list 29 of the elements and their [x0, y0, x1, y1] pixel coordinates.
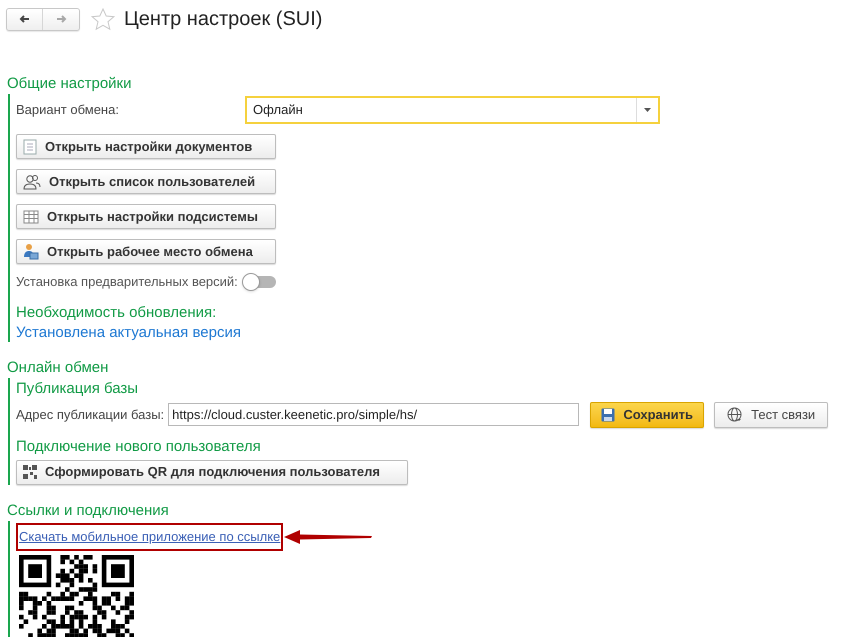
- save-button[interactable]: Сохранить: [590, 402, 704, 428]
- open-button[interactable]: Открыть список пользователей: [16, 169, 276, 194]
- url-field[interactable]: https://cloud.custer.keenetic.pro/simple/hs/: [168, 403, 580, 426]
- subsection-title: Подключение нового пользователя: [16, 438, 262, 456]
- open-button[interactable]: Открыть настройки подсистемы: [16, 204, 276, 229]
- field-label: Вариант обмена:: [16, 101, 120, 120]
- person-at-desk-icon: [23, 243, 39, 260]
- field-label: Адрес публикации базы:: [16, 406, 164, 424]
- qr-icon: [23, 465, 37, 479]
- users-icon: [23, 174, 41, 190]
- table-icon: [23, 210, 39, 224]
- section-title: Ссылки и подключения: [6, 500, 170, 520]
- exchange-mode-dropdown[interactable]: Офлайн: [245, 96, 660, 124]
- subsection-title: Публикация базы: [16, 380, 140, 398]
- subsection-title: Необходимость обновления:: [16, 304, 218, 322]
- document-icon: [23, 138, 37, 154]
- open-button[interactable]: Открыть настройки документов: [16, 134, 276, 159]
- open-button[interactable]: Открыть рабочее место обмена: [16, 239, 276, 264]
- update-status: Установлена актуальная версия: [16, 324, 242, 342]
- test-connection-button[interactable]: Тест связи: [714, 402, 828, 428]
- toggle-switch[interactable]: [242, 272, 276, 291]
- toggle-label: Установка предварительных версий:: [16, 273, 238, 291]
- globe-icon: [727, 406, 744, 422]
- star-icon[interactable]: [91, 8, 115, 30]
- open-button[interactable]: Сформировать QR для подключения пользователя: [16, 460, 408, 484]
- section-title: Онлайн обмен: [6, 358, 110, 378]
- section-title: Общие настройки: [6, 74, 132, 94]
- window-title: Центр настроек (SUI): [124, 7, 322, 32]
- download-app-link[interactable]: Скачать мобильное приложение по ссылке: [19, 528, 280, 544]
